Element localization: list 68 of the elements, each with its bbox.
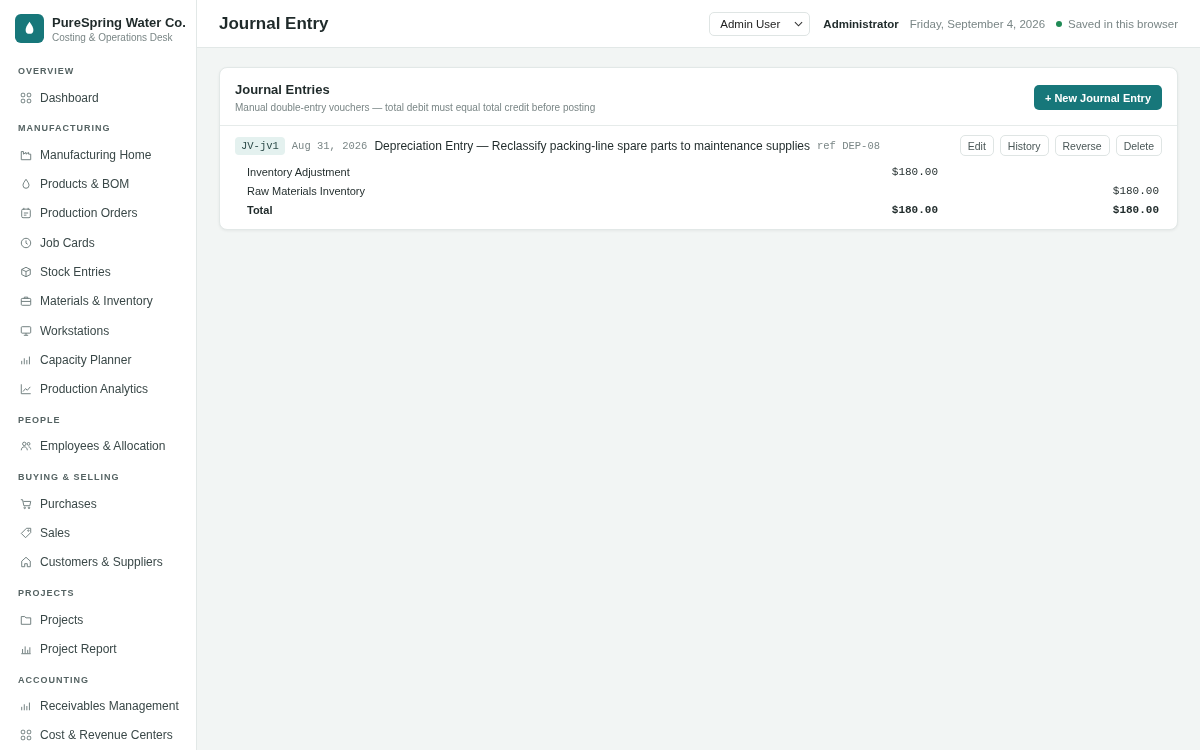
credit-amount: $180.00 (1112, 184, 1159, 197)
sidebar-item[interactable]: Job Cards (15, 228, 95, 258)
chart-icon (20, 383, 32, 396)
entry-reference: ref DEP-08 (817, 139, 880, 152)
total-credit: $180.00 (1112, 203, 1159, 216)
sidebar-item[interactable]: Customers & Suppliers (15, 547, 163, 577)
brand-subtitle: Costing & Operations Desk (52, 31, 174, 43)
brand-name: PureSpring Water Co. (52, 14, 186, 30)
sidebar-item[interactable]: Projects (15, 604, 84, 635)
drop-icon (20, 178, 32, 191)
user-role: Administrator (823, 17, 899, 30)
cube-icon (20, 266, 32, 279)
sidebar-item[interactable]: Sales (15, 518, 71, 548)
sidebar-item[interactable]: Manufacturing Home (15, 140, 152, 170)
save-status: Saved in this browser (1068, 17, 1178, 30)
section-heading: MANUFACTURING (18, 123, 111, 134)
water-drop-logo-icon (15, 14, 44, 43)
panel-subtitle: Manual double-entry vouchers — total debit must equal total credit before posting (235, 102, 596, 113)
tag-icon (20, 527, 32, 539)
sidebar-item[interactable]: Materials & Inventory (15, 286, 153, 316)
section-heading: BUYING & SELLING (18, 472, 120, 483)
section-heading: OVERVIEW (18, 66, 75, 76)
sidebar-item[interactable]: Workstations (15, 315, 110, 346)
section-heading: ACCOUNTING (18, 674, 89, 685)
account-name: Raw Materials Inventory (247, 184, 366, 197)
total-label: Total (247, 203, 274, 216)
home-icon (20, 556, 32, 569)
chevron-down-icon (794, 20, 804, 27)
clipboard-icon (20, 207, 32, 220)
section-heading: PEOPLE (18, 414, 61, 425)
people-icon (20, 440, 32, 453)
monitor-icon (20, 324, 32, 337)
panel-title: Journal Entries (235, 82, 331, 97)
sidebar-item[interactable]: Production Analytics (15, 374, 149, 404)
factory-icon (20, 148, 32, 161)
sidebar-item[interactable]: Cost & Revenue Centers (15, 720, 173, 750)
entry-action-button[interactable]: Delete (1115, 135, 1162, 156)
entry-action-button[interactable]: History (999, 135, 1049, 156)
entry-action-button[interactable]: Reverse (1054, 135, 1110, 156)
sidebar-item[interactable]: Production Orders (15, 198, 138, 229)
briefcase-icon (20, 295, 32, 308)
section-heading: PROJECTS (18, 587, 75, 598)
sidebar-item[interactable]: Purchases (15, 489, 97, 519)
sidebar-item[interactable]: Stock Entries (15, 257, 111, 287)
status-dot-icon (1056, 20, 1063, 27)
page-title: Journal Entry (219, 13, 329, 34)
sidebar-item[interactable]: Project Report (15, 634, 117, 664)
entry-action-button[interactable]: Edit (959, 135, 994, 156)
user-select[interactable]: Admin User (709, 11, 811, 36)
sidebar-item[interactable]: Employees & Allocation (15, 431, 166, 462)
new-journal-entry-button[interactable]: + New Journal Entry (1033, 85, 1162, 110)
current-date: Friday, September 4, 2026 (909, 17, 1046, 30)
clock-icon (20, 236, 32, 249)
grid-icon (20, 91, 32, 104)
grid-icon (20, 729, 32, 742)
folder-icon (20, 613, 32, 626)
sidebar-item[interactable]: Receivables Management (15, 691, 179, 721)
total-debit: $180.00 (891, 203, 938, 216)
account-name: Inventory Adjustment (247, 165, 351, 178)
voucher-id: JV-jv1 (235, 136, 285, 155)
entry-description: Depreciation Entry — Reclassify packing-line spare parts to maintenance supplies (374, 138, 810, 153)
debit-amount: $180.00 (891, 165, 938, 178)
sidebar-item[interactable]: Products & BOM (15, 169, 130, 199)
sidebar-item[interactable]: Capacity Planner (15, 345, 132, 375)
sidebar-item[interactable]: Dashboard (15, 83, 99, 113)
cart-icon (20, 497, 32, 510)
bars-icon (20, 700, 32, 713)
entry-date: Aug 31, 2026 (291, 139, 368, 152)
